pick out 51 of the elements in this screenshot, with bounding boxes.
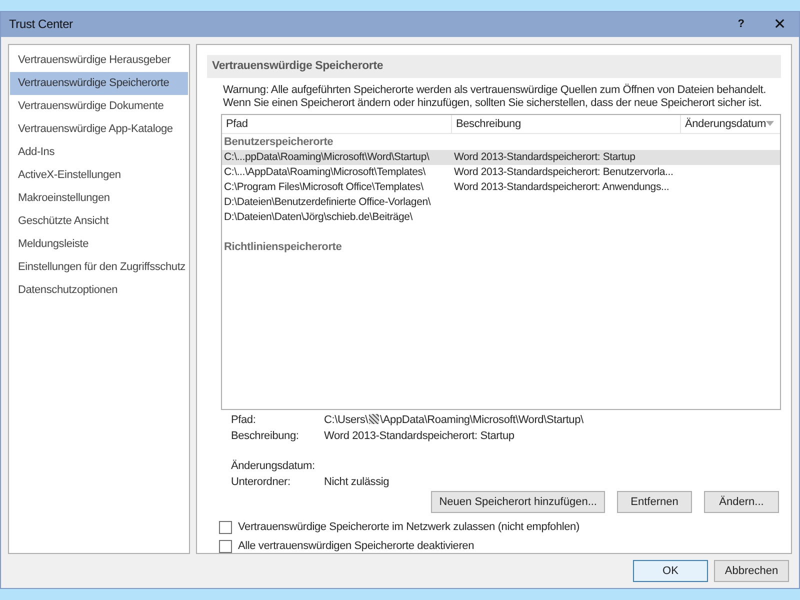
sidebar-item[interactable]: Einstellungen für den Zugriffsschutz: [10, 256, 188, 279]
sidebar-item[interactable]: Vertrauenswürdige App-Kataloge: [10, 118, 188, 141]
subfolders-value: Nicht zulässig: [324, 476, 390, 489]
table-row[interactable]: D:\Dateien\Benutzerdefinierte Office-Vorlagen\: [222, 194, 780, 210]
checkbox[interactable]: [219, 540, 232, 553]
column-header-label: Beschreibung: [456, 116, 521, 132]
field-label: Änderungsdatum:: [231, 460, 316, 473]
group-heading: Benutzerspeicherorte: [223, 134, 334, 150]
warning-text: Warnung: Alle aufgeführten Speicherorte werden als vertrauenswürdige Quellen zum Öffnen von Dateien behandelt. Wenn Sie einen Speicherort ändern oder hinzufügen, sollten Sie sicherstellen, dass der neue Speicherort sicher ist.: [223, 84, 768, 110]
path-cell-text: D:\Dateien\Daten\Jörg\schieb.de\Beiträge\: [223, 210, 414, 225]
cancel-button[interactable]: Abbrechen: [714, 560, 789, 582]
column-header-label: Pfad: [226, 116, 248, 132]
field-label: Beschreibung:: [231, 430, 300, 443]
sidebar-item[interactable]: Geschützte Ansicht: [10, 210, 188, 233]
description-cell-text: Word 2013-Standardspeicherort: Anwendungs...: [453, 180, 670, 195]
table-row[interactable]: C:\...\AppData\Roaming\Microsoft\Templates\ Word 2013-Standardspeicherort: Benutzervorla...: [222, 164, 780, 180]
path-value: C:\Users\ \AppData\Roaming\Microsoft\Word\Startup\: [324, 414, 584, 427]
field-label: Pfad:: [231, 414, 257, 427]
table-row[interactable]: D:\Dateien\Daten\Jörg\schieb.de\Beiträge\: [222, 210, 780, 225]
sidebar-item[interactable]: Vertrauenswürdige Speicherorte: [10, 72, 188, 95]
help-button[interactable]: ?: [731, 18, 751, 30]
sidebar-item[interactable]: Meldungsleiste: [10, 232, 188, 256]
sidebar-item[interactable]: Makroeinstellungen: [10, 186, 188, 210]
sidebar-item[interactable]: Add-Ins: [10, 140, 188, 164]
checkbox-label: Vertrauenswürdige Speicherorte im Netzwerk zulassen (nicht empfohlen): [238, 521, 580, 534]
checkbox-label: Alle vertrauenswürdigen Speicherorte deaktivieren: [238, 540, 474, 552]
table-row[interactable]: C:\Program Files\Microsoft Office\Templates\ Word 2013-Standardspeicherort: Anwendungs...: [222, 180, 780, 195]
description-value: Word 2013-Standardspeicherort: Startup: [324, 430, 516, 443]
close-button[interactable]: ✕: [769, 15, 791, 34]
group-heading: Richtlinienspeicherorte: [223, 240, 343, 255]
description-cell-text: Word 2013-Standardspeicherort: Benutzervorla...: [453, 164, 674, 180]
remove-button[interactable]: Entfernen: [617, 490, 692, 513]
path-cell-text: C:\...\AppData\Roaming\Microsoft\Templates\: [223, 164, 426, 180]
add-location-button[interactable]: Neuen Speicherort hinzufügen...: [431, 490, 605, 513]
path-cell-text: C:\Program Files\Microsoft Office\Templates\: [223, 180, 424, 195]
table-row[interactable]: C:\...ppData\Roaming\Microsoft\Word\Startup\ Word 2013-Standardspeicherort: Startup: [222, 150, 780, 165]
sidebar-item[interactable]: Vertrauenswürdige Dokumente: [10, 94, 188, 118]
checkbox[interactable]: [219, 520, 232, 534]
sidebar-item[interactable]: ActiveX-Einstellungen: [10, 164, 188, 187]
ok-button[interactable]: OK: [633, 560, 708, 582]
field-label: Unterordner:: [231, 476, 292, 489]
description-cell-text: Word 2013-Standardspeicherort: Startup: [453, 150, 636, 165]
sort-arrow-icon: [766, 121, 774, 126]
sidebar-item[interactable]: Vertrauenswürdige Herausgeber: [10, 48, 188, 72]
section-heading: Vertrauenswürdige Speicherorte: [207, 54, 781, 78]
path-cell-text: C:\...ppData\Roaming\Microsoft\Word\Startup\: [223, 150, 430, 165]
modify-button[interactable]: Ändern...: [704, 490, 779, 513]
path-cell-text: D:\Dateien\Benutzerdefinierte Office-Vorlagen\: [223, 194, 432, 210]
sidebar-item[interactable]: Datenschutzoptionen: [10, 278, 188, 302]
window-title: Trust Center: [9, 17, 74, 32]
column-header-label: Änderungsdatum: [685, 116, 766, 132]
